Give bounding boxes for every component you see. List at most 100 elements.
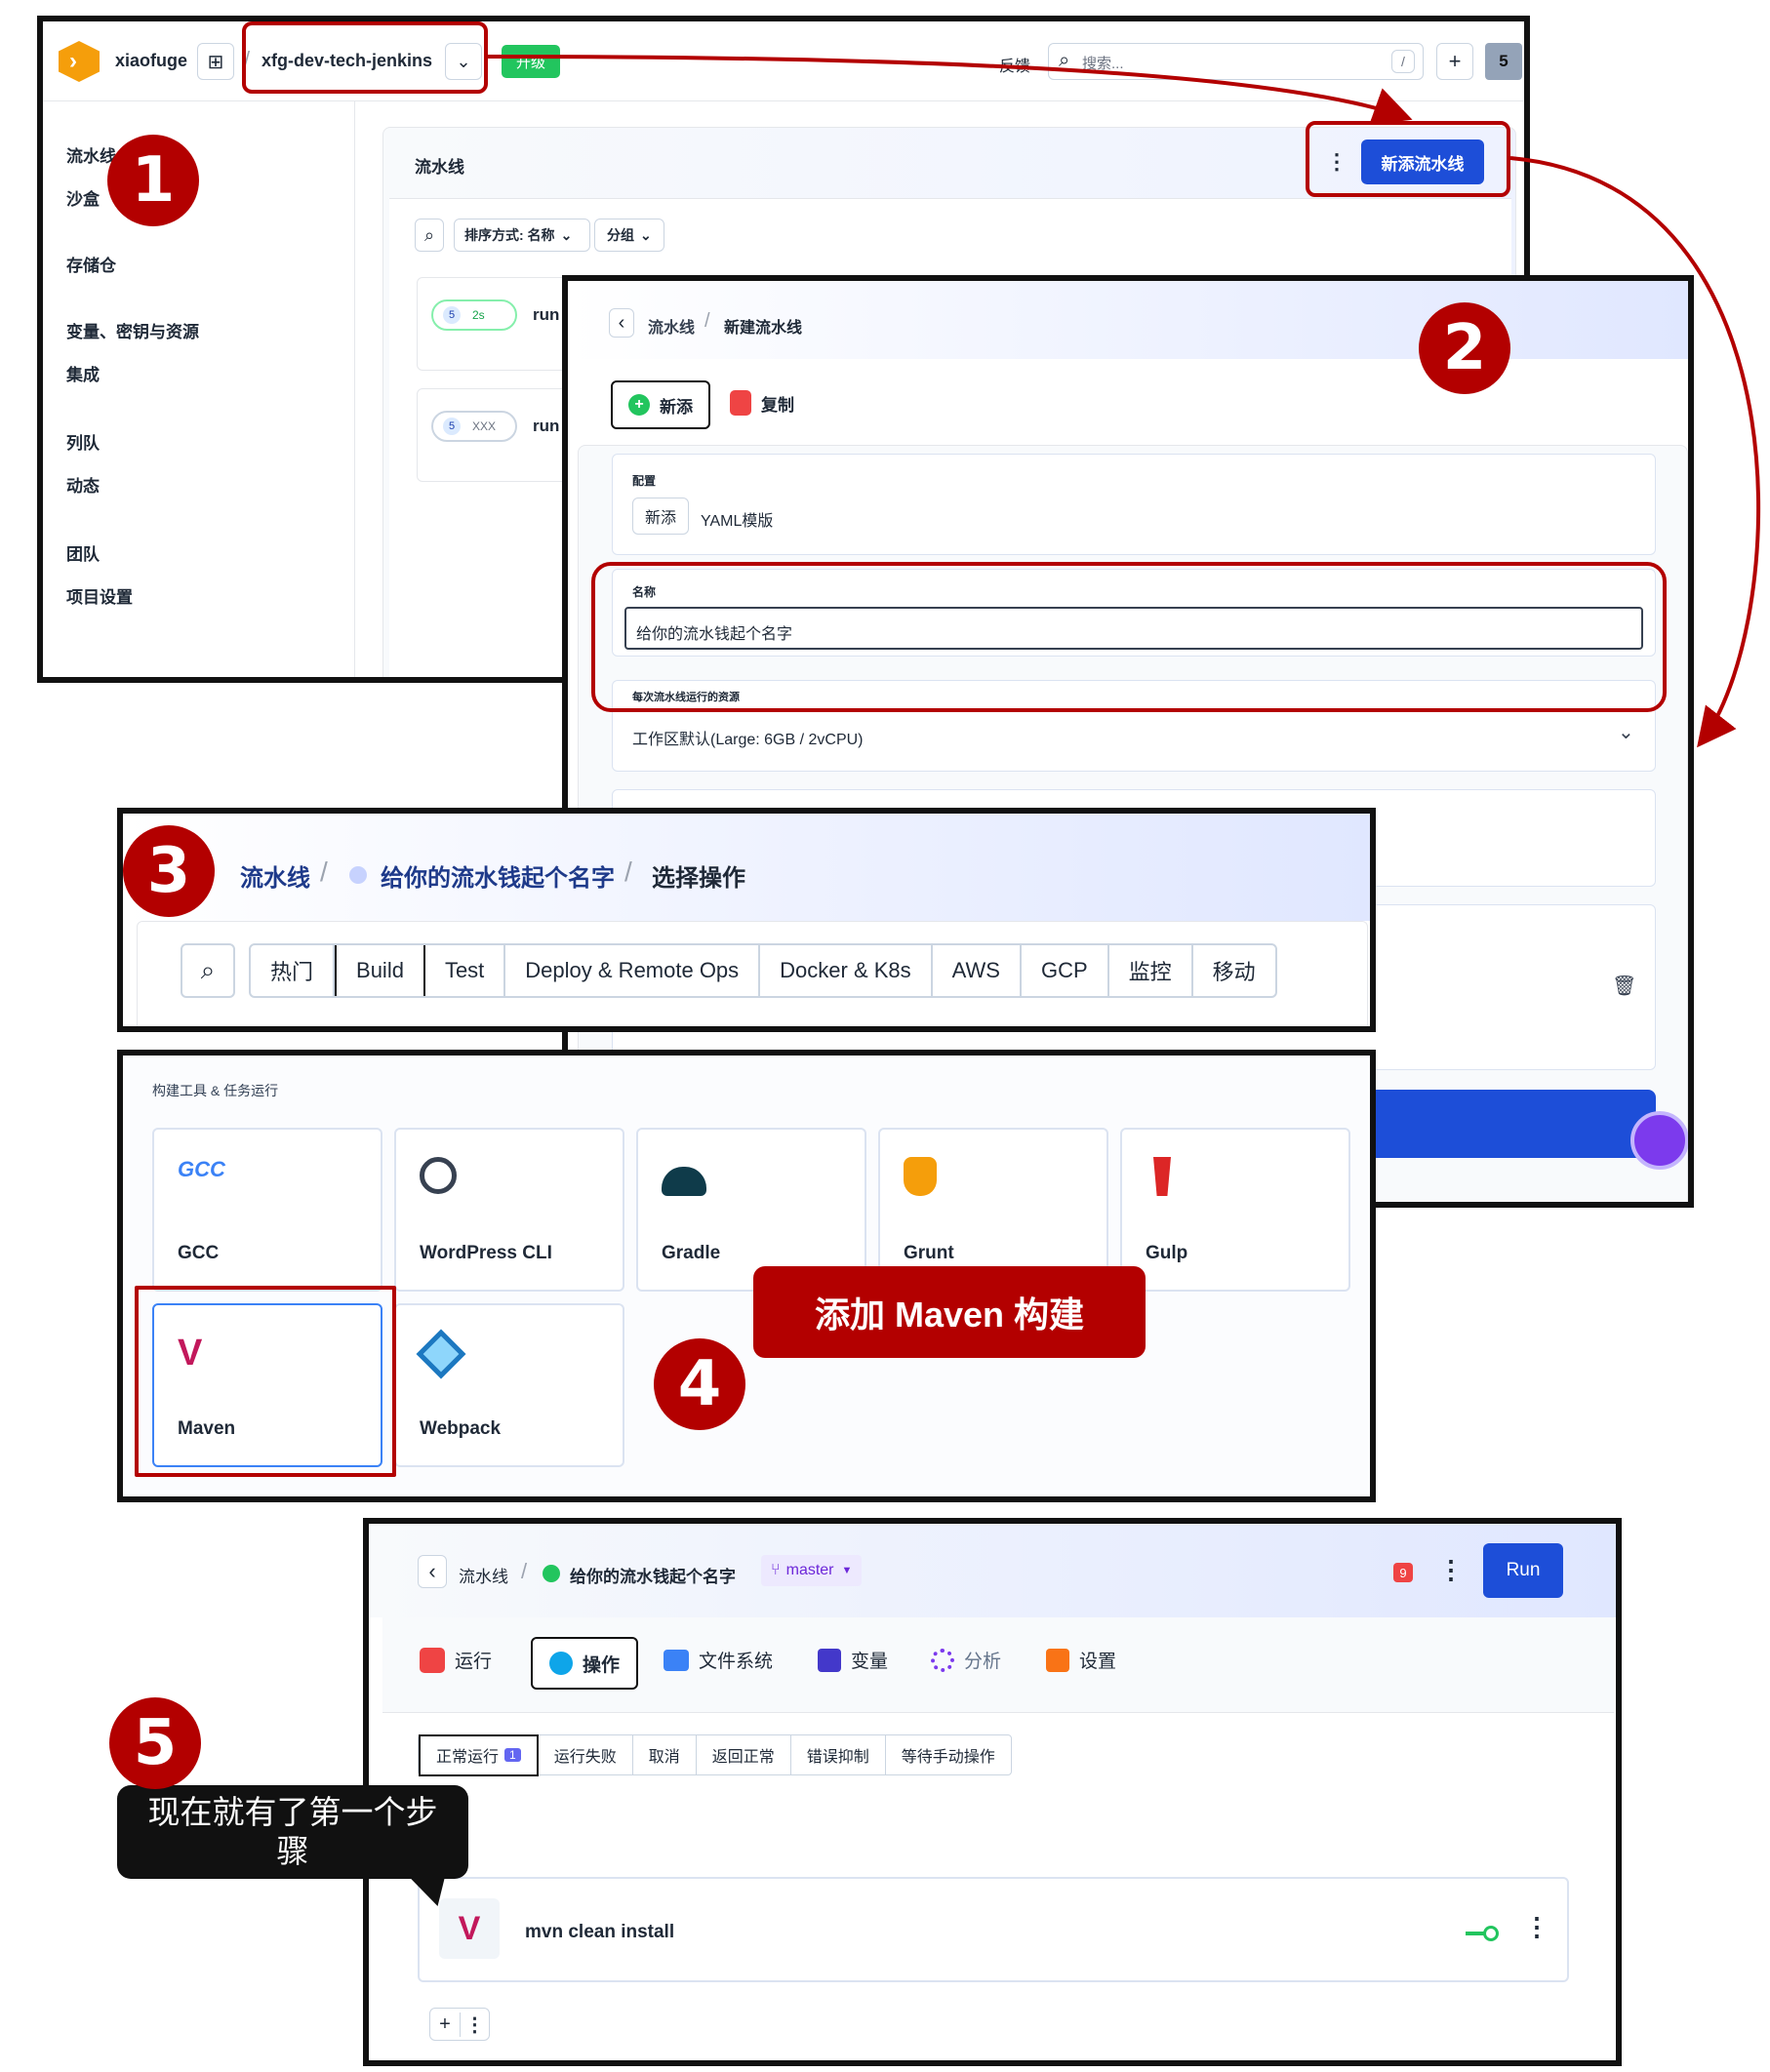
tab-gcp[interactable]: GCP: [1022, 945, 1109, 996]
tab-test[interactable]: Test: [425, 945, 506, 996]
branch-selector[interactable]: ⑂ master ▼: [761, 1555, 863, 1586]
breadcrumb-slash: /: [320, 857, 328, 887]
sidebar-item-variables[interactable]: 变量、密钥与资源: [66, 318, 199, 342]
tab-popular[interactable]: 热门: [251, 945, 336, 996]
section-title: 构建工具 & 任务运行: [152, 1083, 279, 1098]
breadcrumb-slash: /: [521, 1559, 528, 1583]
add-menu-icon[interactable]: ⋮: [460, 2012, 489, 2037]
tab-deploy[interactable]: Deploy & Remote Ops: [505, 945, 761, 996]
add-step-control[interactable]: + ⋮: [429, 2008, 490, 2041]
tab-label: 设置: [1079, 1652, 1117, 1672]
tab-runs[interactable]: 运行: [420, 1647, 492, 1673]
grid-icon[interactable]: ⊞: [197, 43, 234, 80]
tool-label: Webpack: [420, 1418, 502, 1439]
run-number: 5: [443, 418, 461, 435]
main-title: 流水线: [415, 158, 464, 177]
back-icon[interactable]: ‹: [418, 1555, 447, 1588]
tool-card-gcc[interactable]: GCC GCC: [152, 1128, 382, 1292]
back-icon[interactable]: ‹: [609, 308, 634, 338]
tab-filesystem[interactable]: 文件系统: [664, 1647, 773, 1673]
tab-settings[interactable]: 设置: [1046, 1647, 1116, 1673]
tab-analytics[interactable]: 分析: [931, 1647, 1001, 1673]
step-card[interactable]: V mvn clean install ⋮: [418, 1877, 1569, 1982]
breadcrumb-current: 选择操作: [652, 865, 745, 892]
breadcrumb-pipeline[interactable]: 给你的流水钱起个名字: [381, 858, 615, 893]
filter-normal[interactable]: 正常运行 1: [419, 1733, 539, 1776]
config-yaml-option[interactable]: YAML模版: [701, 507, 773, 531]
filter-recovered[interactable]: 返回正常: [697, 1735, 791, 1774]
breadcrumb-pipeline[interactable]: 给你的流水钱起个名字: [570, 1563, 736, 1587]
breadcrumb-root[interactable]: 流水线: [648, 314, 695, 338]
tab-variables[interactable]: 变量: [818, 1647, 888, 1673]
notification-badge[interactable]: 9: [1393, 1563, 1413, 1582]
duration: XXX: [472, 419, 497, 433]
filter-failed[interactable]: 运行失败: [539, 1735, 633, 1774]
filter-suppressed[interactable]: 错误抑制: [791, 1735, 886, 1774]
status-badge: 5 XXX: [431, 411, 517, 442]
tab-mobile[interactable]: 移动: [1193, 945, 1275, 996]
pipeline-name: run: [533, 417, 560, 435]
tab-docker[interactable]: Docker & K8s: [760, 945, 933, 996]
step-badge-1: 1: [107, 135, 199, 226]
username[interactable]: xiaofuge: [115, 51, 187, 71]
step-toggle[interactable]: [1466, 1924, 1501, 1943]
tool-card-webpack[interactable]: Webpack: [394, 1303, 624, 1467]
plus-circle-icon: +: [628, 394, 650, 416]
group-dropdown[interactable]: 分组 ⌄: [594, 219, 664, 252]
panel2-header: ‹ 流水线 / 新建流水线: [568, 281, 1688, 359]
more-menu-icon[interactable]: ⋮: [1438, 1555, 1464, 1585]
search-icon[interactable]: ⌕: [181, 943, 235, 998]
webpack-icon: [416, 1329, 466, 1379]
sidebar-item-integrations[interactable]: 集成: [66, 361, 100, 385]
tab-new[interactable]: + 新添: [611, 380, 710, 429]
tab-monitoring[interactable]: 监控: [1109, 945, 1193, 996]
filter-manual[interactable]: 等待手动操作: [886, 1735, 1011, 1774]
tool-card-wordpress-cli[interactable]: WordPress CLI: [394, 1128, 624, 1292]
sidebar-item-activity[interactable]: 动态: [66, 472, 100, 497]
search-input[interactable]: ⌕ 搜索... /: [1048, 43, 1424, 80]
filter-cancelled[interactable]: 取消: [633, 1735, 697, 1774]
sidebar-item-team[interactable]: 团队: [66, 540, 100, 565]
upgrade-button[interactable]: 升级: [502, 45, 560, 78]
sidebar-item-queue[interactable]: 列队: [66, 429, 100, 454]
trash-icon[interactable]: 🗑: [1612, 974, 1636, 998]
sort-dropdown[interactable]: 排序方式: 名称 ⌄: [454, 219, 590, 252]
sidebar-item-project-settings[interactable]: 项目设置: [66, 583, 133, 608]
wordpress-icon: [420, 1157, 464, 1202]
search-icon[interactable]: ⌕: [415, 219, 444, 252]
config-new-button[interactable]: 新添: [632, 498, 689, 535]
tool-label: Grunt: [904, 1243, 954, 1263]
avatar[interactable]: 5: [1485, 43, 1522, 80]
tab-label: 分析: [964, 1652, 1002, 1672]
runs-icon: [420, 1647, 445, 1673]
logo-chevron-icon: ›: [69, 48, 77, 74]
breadcrumb-root[interactable]: 流水线: [240, 858, 310, 893]
add-step-button[interactable]: +: [430, 2013, 460, 2036]
add-button[interactable]: +: [1436, 43, 1473, 80]
grunt-icon: [904, 1157, 948, 1202]
resource-select[interactable]: 工作区默认(Large: 6GB / 2vCPU): [632, 726, 864, 749]
feedback-link[interactable]: 反馈: [999, 53, 1030, 76]
branch-icon: ⑂: [771, 1562, 781, 1578]
chevron-down-icon: ⌄: [560, 226, 573, 243]
tab-actions[interactable]: 操作: [531, 1637, 638, 1690]
tab-build[interactable]: Build: [335, 945, 425, 996]
run-button[interactable]: Run: [1483, 1543, 1563, 1598]
sidebar-item-pipelines[interactable]: 流水线: [66, 142, 116, 167]
chat-icon[interactable]: [1630, 1111, 1688, 1170]
tab-label: 变量: [851, 1652, 889, 1672]
tab-aws[interactable]: AWS: [933, 945, 1022, 996]
action-tabs-area: ⌕ 热门 Build Test Deploy & Remote Ops Dock…: [137, 921, 1368, 1026]
tool-card-gulp[interactable]: Gulp: [1120, 1128, 1350, 1292]
breadcrumb-slash: /: [704, 310, 710, 332]
tab-copy[interactable]: 复制: [730, 390, 794, 416]
sidebar-item-repository[interactable]: 存储仓: [66, 252, 116, 276]
tool-label: WordPress CLI: [420, 1243, 552, 1263]
breadcrumb-root[interactable]: 流水线: [459, 1563, 508, 1587]
chevron-down-icon[interactable]: ⌄: [1618, 720, 1634, 744]
sidebar-item-sandbox[interactable]: 沙盒: [66, 185, 100, 210]
breadcrumb-slash: /: [624, 857, 632, 887]
step-menu-icon[interactable]: ⋮: [1524, 1912, 1549, 1942]
callout-label: 添加 Maven 构建: [753, 1266, 1146, 1358]
tab-label: 操作: [582, 1654, 620, 1676]
